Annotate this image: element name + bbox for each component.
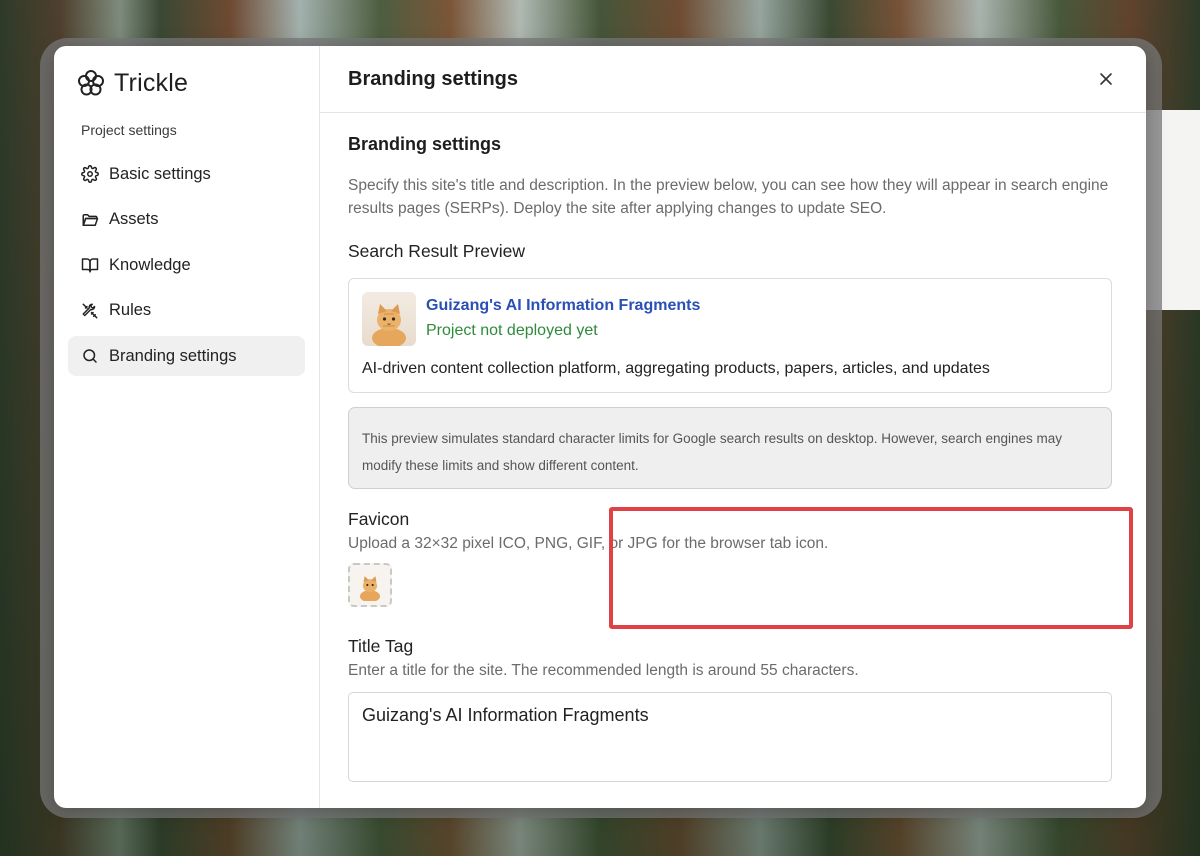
close-icon	[1100, 73, 1112, 85]
close-button[interactable]	[1094, 67, 1118, 91]
sidebar-item-label: Basic settings	[109, 164, 211, 183]
result-url: Project not deployed yet	[426, 322, 598, 339]
branding-content: Branding settings Specify this site's ti…	[320, 113, 1146, 489]
favicon-upload[interactable]	[348, 563, 392, 607]
trickle-logo-icon	[78, 70, 104, 96]
section-title: Branding settings	[348, 134, 502, 154]
sidebar-item-rules[interactable]: Rules	[68, 291, 305, 331]
title-tag-section: Title Tag Enter a title for the site. Th…	[348, 636, 1112, 787]
sidebar-nav: Basic settings Assets Knowledge Rules Br…	[68, 154, 305, 376]
sidebar-item-knowledge[interactable]: Knowledge	[68, 245, 305, 285]
tools-icon	[82, 303, 98, 318]
sidebar-item-label: Branding settings	[109, 346, 237, 365]
sidebar-item-label: Rules	[109, 301, 152, 319]
sidebar-item-basic-settings[interactable]: Basic settings	[68, 154, 305, 194]
main-panel: Branding settings Branding settings Spec…	[320, 46, 1146, 808]
title-tag-label: Title Tag	[348, 636, 414, 656]
sidebar-section-label: Project settings	[81, 122, 177, 138]
sidebar-item-assets[interactable]: Assets	[68, 200, 305, 240]
favicon-help: Upload a 32×32 pixel ICO, PNG, GIF, or J…	[348, 535, 829, 552]
favicon-label: Favicon	[348, 509, 410, 529]
brand: Trickle	[76, 66, 305, 100]
sidebar-item-label: Knowledge	[109, 255, 191, 274]
result-title: Guizang's AI Information Fragments	[426, 297, 701, 314]
section-description: Specify this site's title and descriptio…	[348, 177, 1109, 217]
title-tag-input[interactable]: Guizang's AI Information Fragments	[348, 692, 1112, 782]
folder-icon	[82, 213, 99, 226]
preview-note: This preview simulates standard characte…	[348, 407, 1112, 489]
result-description: AI-driven content collection platform, a…	[362, 360, 990, 377]
favicon-cat-icon	[359, 576, 381, 601]
sidebar-item-label: Assets	[109, 210, 159, 228]
preview-label: Search Result Preview	[348, 241, 526, 261]
book-icon	[81, 258, 99, 273]
preview-thumbnail	[362, 292, 416, 346]
title-tag-help: Enter a title for the site. The recommen…	[348, 662, 859, 679]
brand-name: Trickle	[114, 68, 189, 97]
gear-icon	[81, 165, 99, 183]
sidebar: Trickle Project settings Basic settings …	[54, 46, 320, 808]
search-result-preview: Guizang's AI Information Fragments Proje…	[348, 278, 1112, 393]
cat-image-icon	[372, 304, 406, 346]
panel-header: Branding settings	[320, 46, 1146, 113]
page-title: Branding settings	[348, 67, 519, 90]
favicon-section: Favicon Upload a 32×32 pixel ICO, PNG, G…	[320, 509, 1120, 607]
settings-modal: Trickle Project settings Basic settings …	[54, 46, 1146, 808]
search-icon	[83, 349, 97, 363]
sidebar-item-branding-settings[interactable]: Branding settings	[68, 336, 305, 376]
